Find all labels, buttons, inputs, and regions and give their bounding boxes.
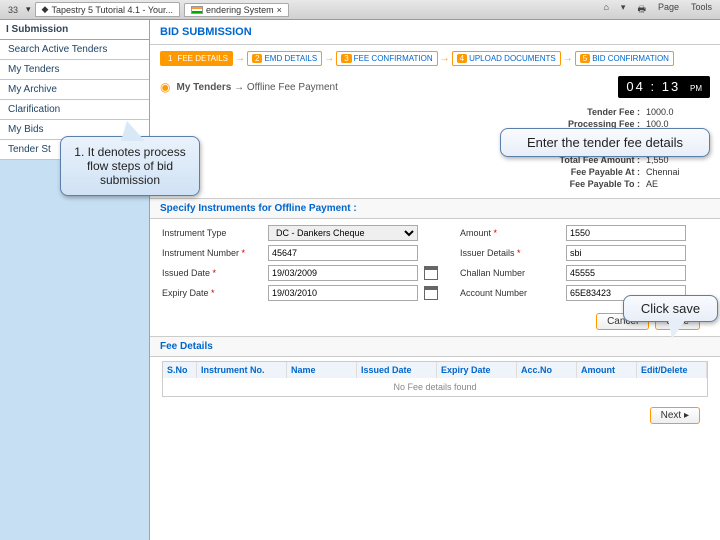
sidebar-item-search[interactable]: Search Active Tenders: [0, 40, 149, 60]
challan-input[interactable]: [566, 265, 686, 281]
tab-label: endering System: [206, 5, 274, 15]
tab-label: Tapestry 5 Tutorial 4.1 - Your...: [51, 5, 173, 15]
sidebar: I Submission Search Active Tenders My Te…: [0, 20, 150, 540]
sidebar-header: I Submission: [0, 20, 149, 40]
dropdown-icon[interactable]: ▾: [26, 4, 31, 15]
sidebar-item-clarification[interactable]: Clarification: [0, 100, 149, 120]
flag-icon: [191, 6, 203, 14]
arrow-icon: →: [440, 53, 450, 64]
home-icon[interactable]: ⌂: [599, 1, 612, 19]
th-sno: S.No: [163, 362, 197, 378]
payment-form: Instrument Type DC - Dankers Cheque Amou…: [150, 219, 720, 307]
process-steps: 1FEE DETAILS → 2EMD DETAILS → 3FEE CONFI…: [150, 45, 720, 72]
instrument-number-input[interactable]: [268, 245, 418, 261]
bullet-icon: ◉: [160, 80, 170, 94]
page-menu[interactable]: Page: [654, 1, 683, 19]
breadcrumb: My Tenders → Offline Fee Payment: [176, 82, 337, 93]
arrow-icon: →: [235, 53, 245, 64]
th-edit: Edit/Delete: [637, 362, 707, 378]
calendar-icon[interactable]: [424, 286, 438, 300]
empty-row: No Fee details found: [163, 378, 707, 396]
next-button[interactable]: Next ▸: [650, 407, 700, 424]
th-expiry: Expiry Date: [437, 362, 517, 378]
arrow-icon: →: [324, 53, 334, 64]
instrument-type-select[interactable]: DC - Dankers Cheque: [268, 225, 418, 241]
step-3[interactable]: 3FEE CONFIRMATION: [336, 51, 437, 66]
instrument-type-label: Instrument Type: [162, 228, 262, 238]
callout-click-save: Click save: [623, 295, 718, 322]
callout-enter-fee: Enter the tender fee details: [500, 128, 710, 157]
account-label: Account Number: [460, 288, 560, 298]
sidebar-item-mytenders[interactable]: My Tenders: [0, 60, 149, 80]
feed-icon[interactable]: ▾: [617, 1, 630, 19]
step-4[interactable]: 4UPLOAD DOCUMENTS: [452, 51, 561, 66]
amount-input[interactable]: [566, 225, 686, 241]
issued-date-label: Issued Date *: [162, 268, 262, 278]
th-name: Name: [287, 362, 357, 378]
content: BID SUBMISSION 1FEE DETAILS → 2EMD DETAI…: [150, 20, 720, 540]
th-amount: Amount: [577, 362, 637, 378]
expiry-date-label: Expiry Date *: [162, 288, 262, 298]
clock: 04 : 13 PM: [618, 76, 710, 98]
fee-details-header: Fee Details: [150, 336, 720, 357]
issuer-input[interactable]: [566, 245, 686, 261]
tab-icon: ◆: [42, 4, 49, 15]
print-icon[interactable]: 🖶: [633, 1, 650, 19]
section-header: Specify Instruments for Offline Payment …: [150, 198, 720, 219]
step-2[interactable]: 2EMD DETAILS: [247, 51, 322, 66]
page-title: BID SUBMISSION: [150, 20, 720, 45]
callout-process-steps: 1. It denotes process flow steps of bid …: [60, 136, 200, 196]
issued-date-input[interactable]: [268, 265, 418, 281]
instrument-number-label: Instrument Number *: [162, 248, 262, 258]
th-instrument: Instrument No.: [197, 362, 287, 378]
challan-label: Challan Number: [460, 268, 560, 278]
browser-tab-2[interactable]: endering System ×: [184, 3, 289, 17]
calendar-icon[interactable]: [424, 266, 438, 280]
back-count[interactable]: 33: [4, 4, 22, 16]
tools-menu[interactable]: Tools: [687, 1, 716, 19]
arrow-icon: →: [563, 53, 573, 64]
issuer-label: Issuer Details *: [460, 248, 560, 258]
expiry-date-input[interactable]: [268, 285, 418, 301]
amount-label: Amount *: [460, 228, 560, 238]
sidebar-item-archive[interactable]: My Archive: [0, 80, 149, 100]
browser-toolbar: 33 ▾ ◆ Tapestry 5 Tutorial 4.1 - Your...…: [0, 0, 720, 20]
th-acc: Acc.No: [517, 362, 577, 378]
fee-table: S.No Instrument No. Name Issued Date Exp…: [162, 361, 708, 397]
browser-tab-1[interactable]: ◆ Tapestry 5 Tutorial 4.1 - Your...: [35, 2, 181, 17]
close-icon[interactable]: ×: [277, 5, 282, 15]
step-1[interactable]: 1FEE DETAILS: [160, 51, 233, 66]
step-5[interactable]: 5BID CONFIRMATION: [575, 51, 674, 66]
th-issued: Issued Date: [357, 362, 437, 378]
